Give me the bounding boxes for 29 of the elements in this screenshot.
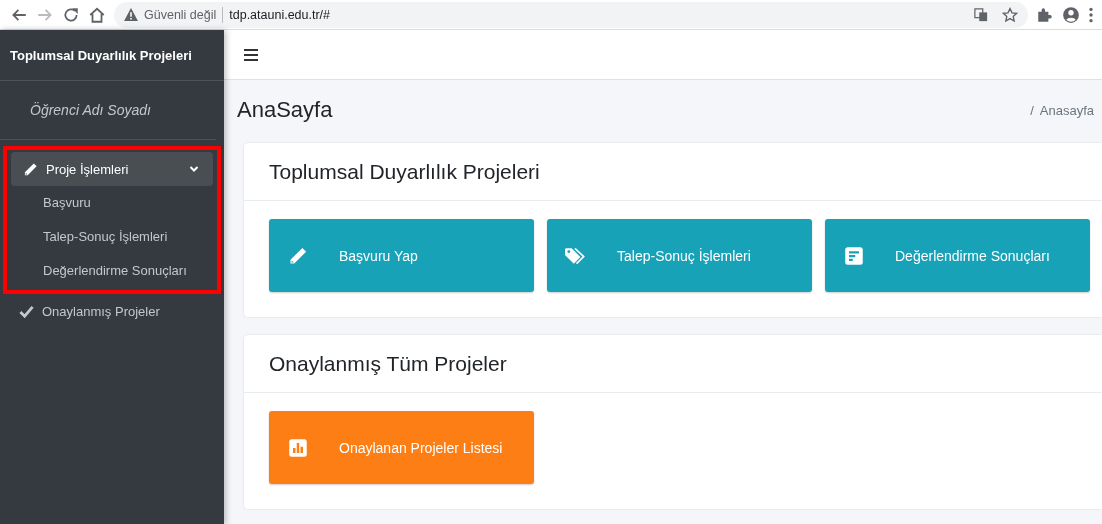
account-icon[interactable] bbox=[1062, 5, 1080, 24]
submenu-item[interactable]: Başvuru bbox=[11, 186, 213, 220]
reload-icon[interactable] bbox=[62, 5, 80, 24]
user-name[interactable]: Öğrenci Adı Soyadı bbox=[0, 81, 216, 140]
star-icon[interactable] bbox=[1002, 6, 1018, 23]
menu-item[interactable]: Proje İşlemleri bbox=[11, 152, 213, 186]
address-bar[interactable]: Güvenli değil tdp.atauni.edu.tr/# bbox=[114, 1, 1028, 28]
pencil-icon bbox=[23, 161, 38, 177]
puzzle-icon[interactable] bbox=[1036, 5, 1054, 24]
breadcrumb-link[interactable]: Anasayfa bbox=[1039, 102, 1094, 118]
url-text: tdp.atauni.edu.tr/# bbox=[229, 7, 331, 22]
check-icon bbox=[19, 303, 34, 319]
warning-icon bbox=[124, 8, 138, 21]
card-title: Onaylanmış Tüm Projeler bbox=[244, 335, 1102, 393]
bar-chart-icon bbox=[287, 437, 309, 458]
submenu-item[interactable]: Talep-Sonuç İşlemleri bbox=[11, 220, 213, 254]
menu-item[interactable]: Onaylanmış Projeler bbox=[7, 294, 217, 328]
more-menu-icon[interactable] bbox=[1088, 5, 1094, 24]
card-title: Toplumsal Duyarlılık Projeleri bbox=[244, 143, 1102, 201]
breadcrumb-separator: / bbox=[1030, 102, 1034, 118]
security-warning: Güvenli değil bbox=[144, 7, 217, 22]
tags-icon bbox=[565, 245, 587, 266]
submenu-item[interactable]: Değerlendirme Sonuçları bbox=[11, 254, 213, 288]
home-icon[interactable] bbox=[88, 5, 106, 24]
menu-icon[interactable] bbox=[244, 48, 258, 61]
translate-icon[interactable] bbox=[974, 7, 988, 22]
chevron-icon bbox=[189, 164, 199, 174]
document-icon bbox=[843, 245, 865, 266]
page-title: AnaSayfa bbox=[237, 97, 333, 123]
